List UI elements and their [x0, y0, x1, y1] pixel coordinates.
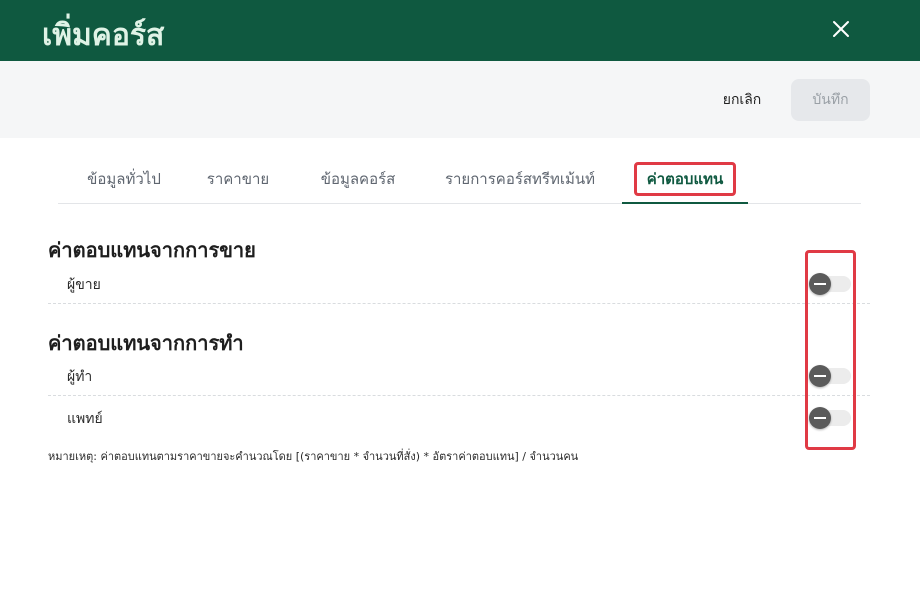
tab-price[interactable]: ราคาขาย [194, 160, 282, 203]
practitioner-toggle[interactable] [809, 365, 851, 387]
action-bar: ยกเลิก บันทึก [0, 61, 920, 138]
list-item: ผู้ขาย [48, 262, 870, 304]
close-icon[interactable] [826, 14, 856, 44]
tab-general-info[interactable]: ข้อมูลทั่วไป [66, 160, 182, 203]
list-item: ผู้ทำ [48, 354, 870, 396]
tab-course-treatment-list[interactable]: รายการคอร์สทรีทเม้นท์ [432, 160, 608, 203]
cancel-button[interactable]: ยกเลิก [706, 79, 778, 121]
tab-bar: ข้อมูลทั่วไป ราคาขาย ข้อมูลคอร์ส รายการค… [58, 160, 861, 204]
toggle-knob [809, 407, 831, 429]
list-item: แพทย์ [48, 396, 870, 438]
row-label: ผู้ขาย [67, 277, 101, 293]
doctor-toggle[interactable] [809, 407, 851, 429]
note-text: หมายเหตุ: ค่าตอบแทนตามราคาขายจะคำนวณโดย … [48, 450, 579, 463]
row-label: แพทย์ [67, 411, 103, 427]
toggle-knob [809, 365, 831, 387]
row-label: ผู้ทำ [67, 369, 93, 385]
dialog-title: เพิ่มคอร์ส [42, 18, 165, 53]
tab-course-info[interactable]: ข้อมูลคอร์ส [308, 160, 408, 203]
save-button[interactable]: บันทึก [791, 79, 870, 121]
tab-compensation[interactable]: ค่าตอบแทน [622, 160, 748, 204]
dialog-header: เพิ่มคอร์ส [0, 0, 920, 61]
toggle-knob [809, 273, 831, 295]
seller-toggle[interactable] [809, 273, 851, 295]
